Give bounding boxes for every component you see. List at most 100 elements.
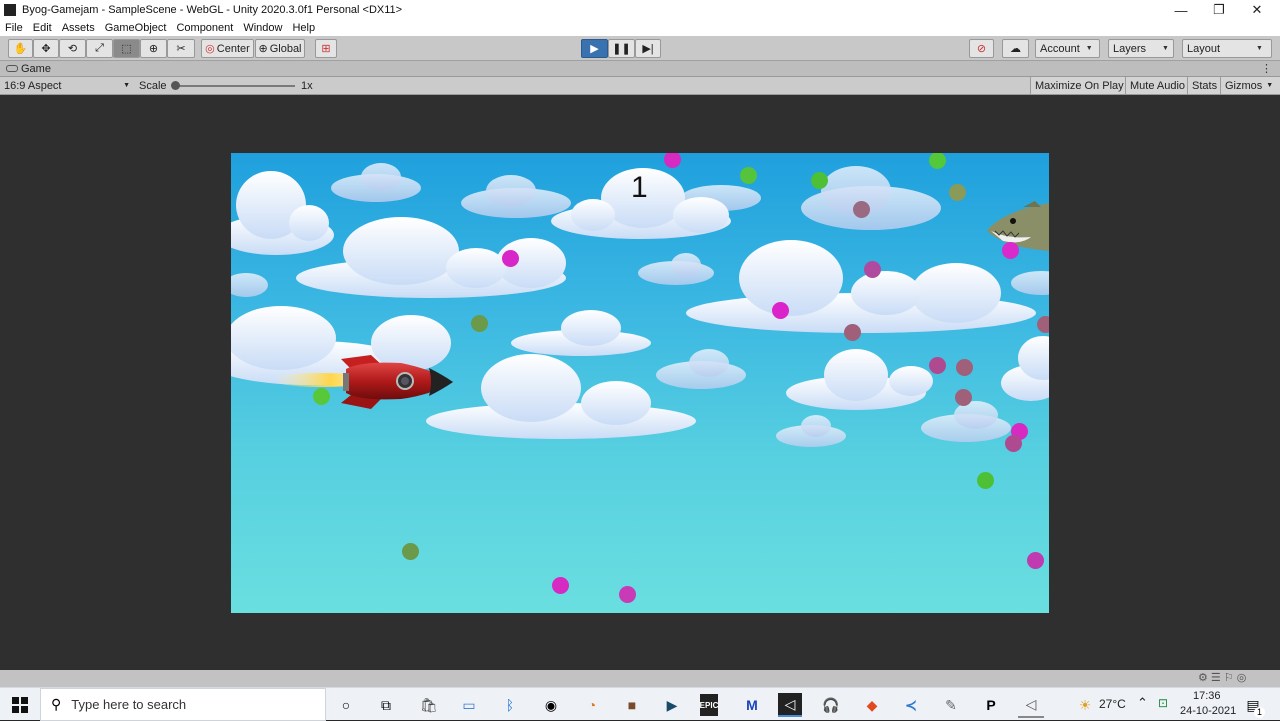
olive-orb xyxy=(402,543,419,560)
menu-edit[interactable]: Edit xyxy=(28,22,57,34)
magenta-orb xyxy=(1027,552,1044,569)
taskbar-search-input[interactable]: ⚲ Type here to search xyxy=(40,688,326,721)
game-app-icon[interactable]: ■ xyxy=(619,692,645,718)
file-explorer-icon[interactable]: ▭ xyxy=(456,692,482,718)
aspect-dropdown[interactable]: 16:9 Aspect ▼ xyxy=(4,77,132,94)
chevron-down-icon: ▼ xyxy=(123,82,130,89)
magenta-orb xyxy=(772,302,789,319)
pivot-center-button[interactable]: ◎ Center xyxy=(201,39,254,58)
weather-icon[interactable]: ☀ xyxy=(1072,692,1098,718)
olive-orb xyxy=(471,315,488,332)
bluetooth-icon[interactable]: ᛒ xyxy=(497,692,523,718)
magenta-orb xyxy=(502,250,519,267)
malwarebytes-icon[interactable]: M xyxy=(739,692,765,718)
magenta-orb xyxy=(619,586,636,603)
menu-window[interactable]: Window xyxy=(238,22,287,34)
chevron-down-icon: ▼ xyxy=(1256,45,1263,52)
maximize-button[interactable]: ❐ xyxy=(1200,0,1238,20)
account-dropdown[interactable]: Account ▼ xyxy=(1035,39,1100,58)
store-icon[interactable]: 🛍 xyxy=(416,692,442,718)
media-app-icon[interactable]: ▶ xyxy=(659,692,685,718)
green-orb xyxy=(740,167,757,184)
hand-tool-icon[interactable]: ✋ xyxy=(8,39,33,58)
snap-icon[interactable]: ⊞ xyxy=(315,39,337,58)
mute-audio-toggle[interactable]: Mute Audio xyxy=(1125,77,1190,94)
scale-slider-handle[interactable] xyxy=(171,81,180,90)
scale-slider-track[interactable] xyxy=(175,85,295,87)
cloud-icon[interactable]: ☁ xyxy=(1002,39,1029,58)
mauve-orb xyxy=(956,359,973,376)
menu-gameobject[interactable]: GameObject xyxy=(100,22,172,34)
move-tool-icon[interactable]: ✥ xyxy=(33,39,59,58)
transform-tool-icon[interactable]: ⊕ xyxy=(140,39,167,58)
weather-temperature: 27°C xyxy=(1099,697,1126,711)
close-button[interactable]: ✕ xyxy=(1238,0,1276,20)
minimize-button[interactable]: — xyxy=(1162,0,1200,20)
p-app-icon[interactable]: P xyxy=(978,692,1004,718)
layout-label: Layout xyxy=(1187,42,1221,55)
gizmos-dropdown[interactable]: Gizmos ▼ xyxy=(1220,77,1280,94)
scale-value: 1x xyxy=(301,79,313,92)
green-orb xyxy=(977,472,994,489)
pivot-center-label: Center xyxy=(216,42,250,55)
headphones-icon[interactable]: 🎧 xyxy=(818,692,844,718)
mauve-orb xyxy=(929,357,946,374)
menu-help[interactable]: Help xyxy=(287,22,320,34)
game-canvas[interactable]: 1 xyxy=(231,153,1049,613)
vscode-icon[interactable]: ≺ xyxy=(898,692,924,718)
steam-icon[interactable]: ◉ xyxy=(538,692,564,718)
tab-game[interactable]: Game xyxy=(0,63,51,75)
menu-assets[interactable]: Assets xyxy=(57,22,100,34)
account-label: Account xyxy=(1040,42,1080,55)
network-status-icon[interactable]: ⊡ xyxy=(1158,696,1168,710)
green-orb xyxy=(313,388,330,405)
pause-button[interactable]: ❚❚ xyxy=(608,39,635,58)
mauve-orb xyxy=(853,201,870,218)
scale-label: Scale xyxy=(139,79,167,92)
green-orb xyxy=(811,172,828,189)
pivot-icon: ◎ xyxy=(205,43,215,55)
pivot-global-button[interactable]: ⊕ Global xyxy=(255,39,305,58)
brave-icon[interactable]: ◆ xyxy=(859,692,885,718)
maximize-on-play-toggle[interactable]: Maximize On Play xyxy=(1030,77,1128,94)
collab-icon[interactable]: ⊘ xyxy=(969,39,994,58)
more-options-icon[interactable]: ⋮ xyxy=(1261,62,1272,75)
score-counter: 1 xyxy=(631,171,648,204)
windows-taskbar: ⚲ Type here to search ○ ⧉ 🛍 ▭ ᛒ ◉ ◔ ■ ▶ … xyxy=(0,687,1280,721)
notification-center-icon[interactable]: ▤ 1 xyxy=(1240,692,1266,718)
gamepad-icon xyxy=(6,65,18,72)
mauve-orb xyxy=(864,261,881,278)
tab-game-label: Game xyxy=(21,62,51,75)
task-view-icon[interactable]: ⧉ xyxy=(373,692,399,718)
gimp-icon[interactable]: ✎ xyxy=(938,692,964,718)
search-placeholder: Type here to search xyxy=(71,697,187,712)
status-icons: ⚙ ☰ ⚐ ◎ xyxy=(1198,672,1247,684)
epic-games-icon[interactable]: EPIC xyxy=(700,694,718,716)
clock-time[interactable]: 17:36 xyxy=(1193,690,1221,702)
layers-dropdown[interactable]: Layers ▼ xyxy=(1108,39,1174,58)
chevron-down-icon: ▼ xyxy=(1266,82,1274,89)
rotate-tool-icon[interactable]: ⟲ xyxy=(59,39,86,58)
layout-dropdown[interactable]: Layout ▼ xyxy=(1182,39,1272,58)
menu-component[interactable]: Component xyxy=(171,22,238,34)
unity-taskbar-icon[interactable]: ◁ xyxy=(778,693,802,717)
clock-date[interactable]: 24-10-2021 xyxy=(1180,705,1236,717)
custom-tool-icon[interactable]: ✂ xyxy=(167,39,195,58)
chevron-up-icon[interactable]: ⌃ xyxy=(1137,695,1148,711)
editor-status-bar: ⚙ ☰ ⚐ ◎ xyxy=(0,670,1280,687)
play-button[interactable]: ▶ xyxy=(581,39,608,58)
rect-tool-icon[interactable]: ⬚ xyxy=(113,39,140,58)
scale-tool-icon[interactable]: ⤢ xyxy=(86,39,113,58)
stats-toggle[interactable]: Stats xyxy=(1187,77,1222,94)
unity-hub-icon[interactable]: ◁ xyxy=(1018,692,1044,718)
start-button[interactable] xyxy=(0,688,40,721)
blender-icon[interactable]: ◔ xyxy=(579,692,605,718)
step-button[interactable]: ▶| xyxy=(635,39,661,58)
layers-label: Layers xyxy=(1113,42,1147,55)
cortana-icon[interactable]: ○ xyxy=(333,692,359,718)
menu-file[interactable]: File xyxy=(0,22,28,34)
game-tab-bar: Game ⋮ xyxy=(0,61,1280,77)
search-icon: ⚲ xyxy=(51,696,62,712)
chevron-down-icon: ▼ xyxy=(1162,45,1169,52)
mauve-orb xyxy=(1005,435,1022,452)
